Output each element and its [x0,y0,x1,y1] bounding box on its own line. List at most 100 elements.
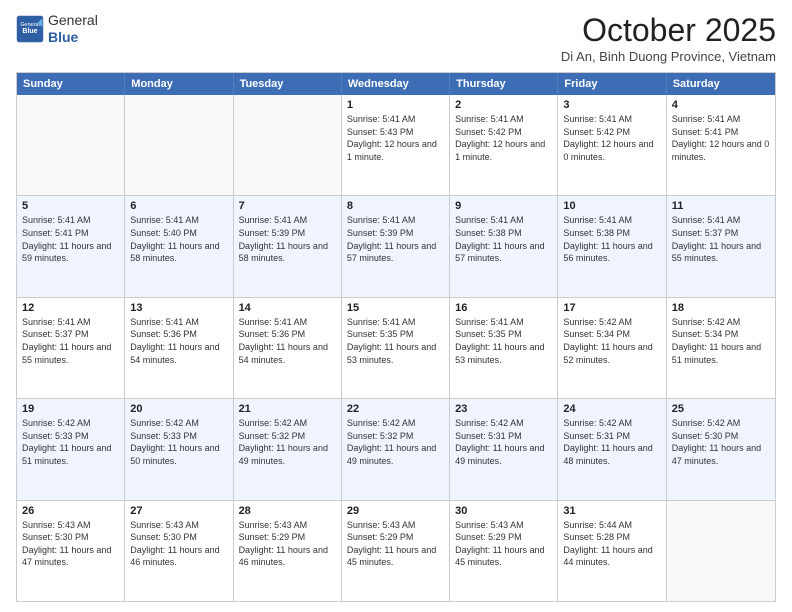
logo-text: General Blue [48,12,98,46]
cell-info: Sunrise: 5:42 AMSunset: 5:31 PMDaylight:… [455,417,552,467]
day-cell-30: 30Sunrise: 5:43 AMSunset: 5:29 PMDayligh… [450,501,558,601]
day-number: 20 [130,403,227,415]
day-number: 11 [672,200,770,212]
day-header-sunday: Sunday [17,73,125,95]
month-title: October 2025 [561,12,776,49]
logo-icon: General Blue [16,15,44,43]
header: General Blue General Blue October 2025 D… [16,12,776,64]
day-number: 18 [672,302,770,314]
day-header-tuesday: Tuesday [234,73,342,95]
day-number: 21 [239,403,336,415]
calendar-header: SundayMondayTuesdayWednesdayThursdayFrid… [17,73,775,95]
day-cell-17: 17 Sunrise: 5:42 AMSunset: 5:34 PMDayligh… [558,298,666,398]
cell-info: Sunrise: 5:43 AMSunset: 5:30 PMDaylight:… [130,519,227,569]
cell-info: Sunrise: 5:41 AMSunset: 5:36 PMDaylight:… [239,316,336,366]
day-number: 19 [22,403,119,415]
cell-info: Sunrise: 5:41 AMSunset: 5:37 PMDaylight:… [672,214,770,264]
day-number: 31 [563,505,660,517]
day-cell-26: 26 Sunrise: 5:43 AMSunset: 5:30 PMDayligh… [17,501,125,601]
day-cell-20: 20 Sunrise: 5:42 AMSunset: 5:33 PMDayligh… [125,399,233,499]
day-header-thursday: Thursday [450,73,558,95]
cell-info: Sunrise: 5:41 AMSunset: 5:41 PMDaylight:… [22,214,119,264]
calendar-body: 1Sunrise: 5:41 AMSunset: 5:43 PMDaylight… [17,95,775,601]
day-number: 8 [347,200,444,212]
day-cell-27: 27 Sunrise: 5:43 AMSunset: 5:30 PMDayligh… [125,501,233,601]
calendar-row-1: 1Sunrise: 5:41 AMSunset: 5:43 PMDaylight… [17,95,775,195]
day-number: 5 [22,200,119,212]
calendar-row-2: 5 Sunrise: 5:41 AMSunset: 5:41 PMDaylight… [17,195,775,296]
day-cell-7: 7 Sunrise: 5:41 AMSunset: 5:39 PMDaylight… [234,196,342,296]
day-number: 16 [455,302,552,314]
cell-info: Sunrise: 5:43 AMSunset: 5:29 PMDaylight:… [347,519,444,569]
day-number: 10 [563,200,660,212]
cell-info: Sunrise: 5:41 AMSunset: 5:37 PMDaylight:… [22,316,119,366]
day-cell-8: 8Sunrise: 5:41 AMSunset: 5:39 PMDaylight… [342,196,450,296]
day-cell-16: 16 Sunrise: 5:41 AMSunset: 5:35 PMDayligh… [450,298,558,398]
logo-general: General [48,12,98,29]
cell-info: Sunrise: 5:41 AMSunset: 5:35 PMDaylight:… [347,316,444,366]
day-cell-4: 4 Sunrise: 5:41 AMSunset: 5:41 PMDaylight… [667,95,775,195]
cell-info: Sunrise: 5:43 AMSunset: 5:29 PMDaylight:… [239,519,336,569]
day-cell-13: 13Sunrise: 5:41 AMSunset: 5:36 PMDayligh… [125,298,233,398]
cell-info: Sunrise: 5:41 AMSunset: 5:42 PMDaylight:… [563,113,660,163]
cell-info: Sunrise: 5:43 AMSunset: 5:30 PMDaylight:… [22,519,119,569]
day-number: 7 [239,200,336,212]
day-number: 13 [130,302,227,314]
day-number: 1 [347,99,444,111]
cell-info: Sunrise: 5:42 AMSunset: 5:31 PMDaylight:… [563,417,660,467]
day-number: 2 [455,99,552,111]
day-number: 27 [130,505,227,517]
cell-info: Sunrise: 5:41 AMSunset: 5:41 PMDaylight:… [672,113,770,163]
svg-text:General: General [20,22,39,28]
page: General Blue General Blue October 2025 D… [0,0,792,612]
logo: General Blue General Blue [16,12,98,46]
day-cell-10: 10 Sunrise: 5:41 AMSunset: 5:38 PMDayligh… [558,196,666,296]
day-cell-18: 18 Sunrise: 5:42 AMSunset: 5:34 PMDayligh… [667,298,775,398]
day-header-friday: Friday [558,73,666,95]
day-cell-29: 29 Sunrise: 5:43 AMSunset: 5:29 PMDayligh… [342,501,450,601]
title-block: October 2025 Di An, Binh Duong Province,… [561,12,776,64]
cell-info: Sunrise: 5:42 AMSunset: 5:32 PMDaylight:… [347,417,444,467]
day-cell-2: 2 Sunrise: 5:41 AMSunset: 5:42 PMDaylight… [450,95,558,195]
day-cell-11: 11 Sunrise: 5:41 AMSunset: 5:37 PMDayligh… [667,196,775,296]
empty-cell [667,501,775,601]
day-cell-9: 9Sunrise: 5:41 AMSunset: 5:38 PMDaylight… [450,196,558,296]
day-cell-22: 22Sunrise: 5:42 AMSunset: 5:32 PMDayligh… [342,399,450,499]
cell-info: Sunrise: 5:41 AMSunset: 5:39 PMDaylight:… [239,214,336,264]
cell-info: Sunrise: 5:41 AMSunset: 5:38 PMDaylight:… [563,214,660,264]
day-number: 28 [239,505,336,517]
day-cell-19: 19Sunrise: 5:42 AMSunset: 5:33 PMDayligh… [17,399,125,499]
day-header-saturday: Saturday [667,73,775,95]
day-header-wednesday: Wednesday [342,73,450,95]
day-cell-6: 6 Sunrise: 5:41 AMSunset: 5:40 PMDaylight… [125,196,233,296]
cell-info: Sunrise: 5:41 AMSunset: 5:42 PMDaylight:… [455,113,552,163]
cell-info: Sunrise: 5:42 AMSunset: 5:34 PMDaylight:… [563,316,660,366]
day-cell-12: 12Sunrise: 5:41 AMSunset: 5:37 PMDayligh… [17,298,125,398]
day-number: 26 [22,505,119,517]
day-number: 14 [239,302,336,314]
cell-info: Sunrise: 5:43 AMSunset: 5:29 PMDaylight:… [455,519,552,569]
day-number: 29 [347,505,444,517]
day-number: 17 [563,302,660,314]
cell-info: Sunrise: 5:42 AMSunset: 5:34 PMDaylight:… [672,316,770,366]
day-number: 4 [672,99,770,111]
logo-blue: Blue [48,29,98,46]
day-cell-28: 28 Sunrise: 5:43 AMSunset: 5:29 PMDayligh… [234,501,342,601]
svg-text:Blue: Blue [22,28,37,35]
day-number: 6 [130,200,227,212]
cell-info: Sunrise: 5:42 AMSunset: 5:33 PMDaylight:… [130,417,227,467]
cell-info: Sunrise: 5:41 AMSunset: 5:40 PMDaylight:… [130,214,227,264]
day-cell-14: 14 Sunrise: 5:41 AMSunset: 5:36 PMDayligh… [234,298,342,398]
day-number: 23 [455,403,552,415]
day-header-monday: Monday [125,73,233,95]
day-cell-23: 23 Sunrise: 5:42 AMSunset: 5:31 PMDayligh… [450,399,558,499]
day-number: 3 [563,99,660,111]
day-cell-15: 15Sunrise: 5:41 AMSunset: 5:35 PMDayligh… [342,298,450,398]
cell-info: Sunrise: 5:41 AMSunset: 5:35 PMDaylight:… [455,316,552,366]
calendar: SundayMondayTuesdayWednesdayThursdayFrid… [16,72,776,602]
day-cell-25: 25Sunrise: 5:42 AMSunset: 5:30 PMDayligh… [667,399,775,499]
cell-info: Sunrise: 5:42 AMSunset: 5:32 PMDaylight:… [239,417,336,467]
empty-cell [17,95,125,195]
calendar-row-4: 19 Sunrise: 5:42 AMSunset: 5:33 PMDayligh… [17,398,775,499]
cell-info: Sunrise: 5:44 AMSunset: 5:28 PMDaylight:… [563,519,660,569]
